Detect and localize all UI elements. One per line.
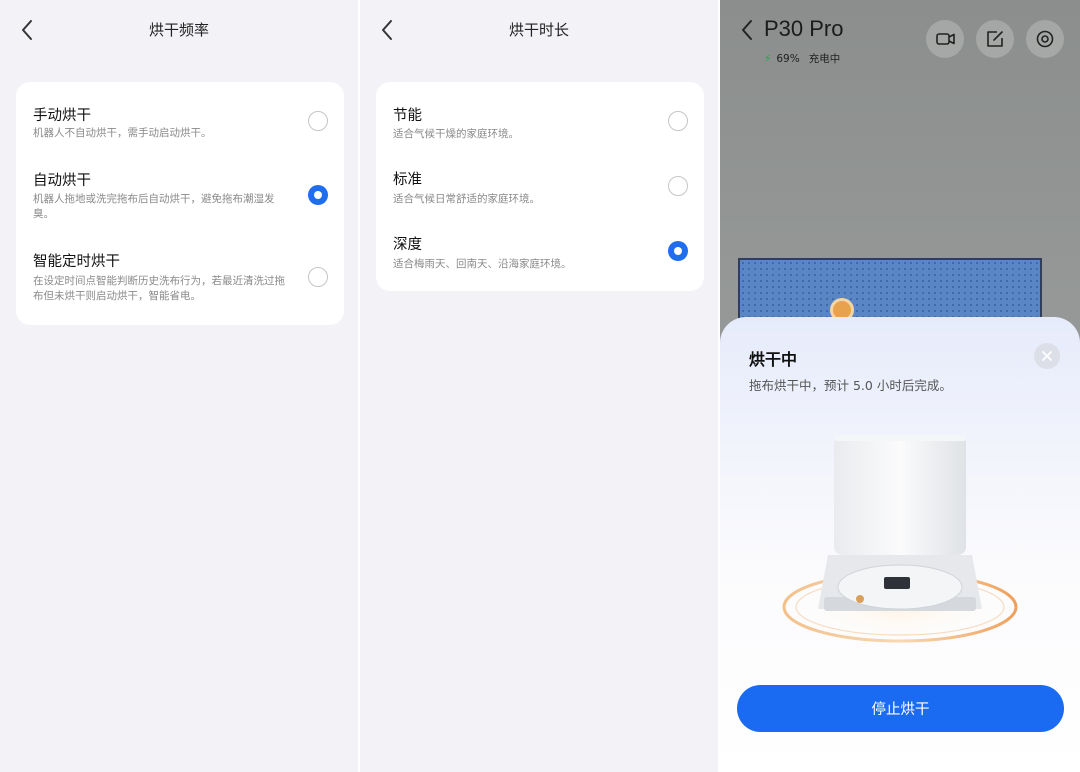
option-smart-timed-drying[interactable]: 智能定时烘干 在设定时间点智能判断历史洗布行为，若最近清洗过拖布但未烘干则启动烘…	[16, 242, 344, 324]
settings-icon	[1036, 30, 1054, 48]
settings-button[interactable]	[1026, 20, 1064, 58]
video-icon	[936, 33, 955, 45]
drying-status-sheet: 烘干中 拖布烘干中，预计 5.0 小时后完成。 停止烘干	[720, 317, 1080, 772]
option-desc: 适合气候干燥的家庭环境。	[393, 128, 519, 140]
option-title: 手动烘干	[33, 108, 91, 124]
radio-button-selected[interactable]	[668, 241, 688, 261]
option-card: 节能 适合气候干燥的家庭环境。 标准 适合气候日常舒适的家庭环境。 深度 适合梅…	[376, 82, 704, 291]
option-desc: 适合梅雨天、回南天、沿海家庭环境。	[393, 258, 572, 270]
option-title: 标准	[393, 172, 422, 188]
drying-duration-panel: 烘干时长 节能 适合气候干燥的家庭环境。 标准 适合气候日常舒适的家庭环境。 深…	[360, 0, 718, 772]
option-title: 节能	[393, 108, 422, 124]
radio-button[interactable]	[668, 176, 688, 196]
video-button[interactable]	[926, 20, 964, 58]
edit-button[interactable]	[976, 20, 1014, 58]
option-standard[interactable]: 标准 适合气候日常舒适的家庭环境。	[376, 152, 704, 216]
close-icon	[1042, 351, 1052, 361]
radio-button-selected[interactable]	[308, 185, 328, 205]
option-title: 自动烘干	[33, 173, 91, 189]
sheet-title: 烘干中	[749, 350, 798, 369]
option-manual-drying[interactable]: 手动烘干 机器人不自动烘干，需手动启动烘干。	[16, 82, 344, 158]
device-panel: P30 Pro ⚡ 69% 充电中 烘干中 拖布烘干中，预计 5.0 小时后完成。	[720, 0, 1080, 772]
chevron-left-icon[interactable]	[736, 18, 760, 42]
option-title: 智能定时烘干	[33, 254, 120, 270]
radio-button[interactable]	[668, 111, 688, 131]
page-title: 烘干频率	[148, 21, 209, 39]
radio-button[interactable]	[308, 111, 328, 131]
radio-button[interactable]	[308, 267, 328, 287]
charging-status: 充电中	[808, 53, 841, 65]
option-desc: 机器人拖地或洗完拖布后自动烘干，避免拖布潮湿发臭。	[33, 193, 275, 220]
option-desc: 在设定时间点智能判断历史洗布行为，若最近清洗过拖布但未烘干则启动烘干，智能省电。	[33, 275, 285, 302]
option-desc: 适合气候日常舒适的家庭环境。	[393, 193, 540, 205]
edit-icon	[987, 31, 1003, 47]
stop-drying-button[interactable]: 停止烘干	[737, 685, 1064, 732]
robot-station-illustration	[780, 435, 1020, 647]
top-bar: 烘干时长	[360, 0, 718, 60]
sheet-description: 拖布烘干中，预计 5.0 小时后完成。	[749, 378, 952, 393]
top-bar: 烘干频率	[0, 0, 358, 60]
bolt-icon: ⚡	[764, 53, 772, 65]
option-energy-saving[interactable]: 节能 适合气候干燥的家庭环境。	[376, 82, 704, 148]
option-desc: 机器人不自动烘干，需手动启动烘干。	[33, 127, 212, 139]
option-auto-drying[interactable]: 自动烘干 机器人拖地或洗完拖布后自动烘干，避免拖布潮湿发臭。	[16, 160, 344, 240]
battery-status: ⚡ 69% 充电中	[764, 51, 840, 66]
device-name: P30 Pro	[764, 16, 844, 41]
option-card: 手动烘干 机器人不自动烘干，需手动启动烘干。 自动烘干 机器人拖地或洗完拖布后自…	[16, 82, 344, 325]
close-button[interactable]	[1034, 343, 1060, 369]
page-title: 烘干时长	[508, 21, 569, 39]
option-title: 深度	[393, 237, 422, 253]
drying-frequency-panel: 烘干频率 手动烘干 机器人不自动烘干，需手动启动烘干。 自动烘干 机器人拖地或洗…	[0, 0, 358, 772]
battery-level: 69%	[776, 53, 800, 65]
option-deep[interactable]: 深度 适合梅雨天、回南天、沿海家庭环境。	[376, 218, 704, 290]
